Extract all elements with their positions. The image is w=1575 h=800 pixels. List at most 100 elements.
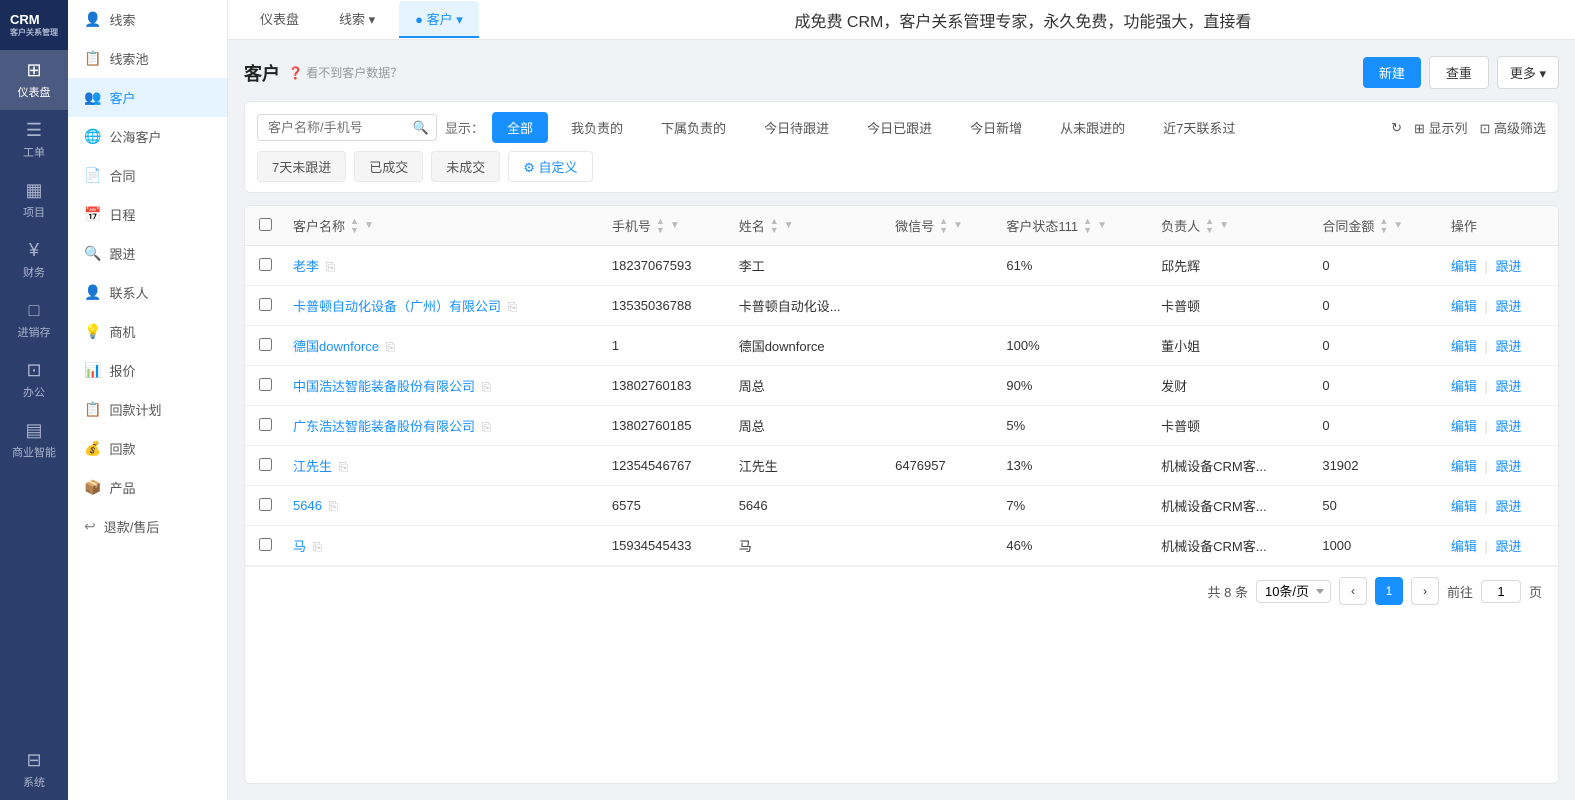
sidebar-item-lead-pool[interactable]: 📋 线索池 — [68, 39, 227, 78]
copy-icon[interactable]: ⎘ — [482, 380, 492, 394]
select-all-checkbox[interactable] — [259, 218, 272, 231]
display-column-button[interactable]: ⊞ 显示列 — [1414, 118, 1468, 137]
nav-item-workorder[interactable]: ☰ 工单 — [0, 110, 68, 170]
filter-week-contact[interactable]: 近7天联系过 — [1148, 112, 1250, 143]
nav-item-system[interactable]: ⊟ 系统 — [0, 740, 68, 800]
follow-action[interactable]: 跟进 — [1496, 459, 1522, 474]
sidebar-item-schedule[interactable]: 📅 日程 — [68, 195, 227, 234]
custom-filter-button[interactable]: ⚙ 自定义 — [508, 151, 592, 182]
row-checkbox[interactable] — [259, 458, 272, 471]
nav-item-inventory[interactable]: □ 进销存 — [0, 290, 68, 350]
amount-filter-icon[interactable]: ▼ — [1393, 220, 1403, 231]
edit-action[interactable]: 编辑 — [1451, 499, 1477, 514]
copy-icon[interactable]: ⎘ — [482, 420, 492, 434]
follow-action[interactable]: 跟进 — [1496, 259, 1522, 274]
name-sort-icon[interactable]: ▲▼ — [350, 217, 359, 235]
customer-name-link[interactable]: 卡普顿自动化设备（广州）有限公司 — [293, 299, 501, 314]
page-size-select[interactable]: 10条/页20条/页50条/页 — [1256, 580, 1331, 603]
copy-icon[interactable]: ⎘ — [339, 460, 349, 474]
follow-action[interactable]: 跟进 — [1496, 339, 1522, 354]
follow-action[interactable]: 跟进 — [1496, 299, 1522, 314]
filter-no-follow-7[interactable]: 7天未跟进 — [257, 151, 346, 182]
nav-item-dashboard[interactable]: ⊞ 仪表盘 — [0, 50, 68, 110]
sidebar-item-customer[interactable]: 👥 客户 — [68, 78, 227, 117]
edit-action[interactable]: 编辑 — [1451, 459, 1477, 474]
copy-icon[interactable]: ⎘ — [508, 300, 518, 314]
filter-today-new[interactable]: 今日新增 — [955, 112, 1037, 143]
copy-icon[interactable]: ⎘ — [386, 340, 396, 354]
sidebar-item-payment[interactable]: 💰 回款 — [68, 429, 227, 468]
phone-filter-icon[interactable]: ▼ — [670, 220, 680, 231]
contact-sort-icon[interactable]: ▲▼ — [770, 217, 779, 235]
new-button[interactable]: 新建 — [1363, 57, 1421, 88]
tab-dashboard[interactable]: 仪表盘 — [244, 1, 315, 38]
phone-sort-icon[interactable]: ▲▼ — [656, 217, 665, 235]
filter-subordinate[interactable]: 下属负责的 — [646, 112, 741, 143]
row-checkbox[interactable] — [259, 378, 272, 391]
copy-icon[interactable]: ⎘ — [326, 260, 336, 274]
nav-item-project[interactable]: ▦ 项目 — [0, 170, 68, 230]
prev-page-button[interactable]: ‹ — [1339, 577, 1367, 605]
sidebar-item-contract[interactable]: 📄 合同 — [68, 156, 227, 195]
filter-no-deal[interactable]: 未成交 — [431, 151, 500, 182]
page-hint[interactable]: ❓ 看不到客户数据？ — [288, 64, 402, 81]
follow-action[interactable]: 跟进 — [1496, 539, 1522, 554]
more-button[interactable]: 更多 ▾ — [1497, 56, 1559, 89]
sidebar-item-sea-customer[interactable]: 🌐 公海客户 — [68, 117, 227, 156]
nav-item-finance[interactable]: ¥ 财务 — [0, 230, 68, 290]
filter-today-follow[interactable]: 今日待跟进 — [749, 112, 844, 143]
row-checkbox[interactable] — [259, 498, 272, 511]
sidebar-item-quote[interactable]: 📊 报价 — [68, 351, 227, 390]
search-input[interactable] — [257, 114, 437, 141]
owner-filter-icon[interactable]: ▼ — [1219, 220, 1229, 231]
refresh-button[interactable]: ↻ — [1391, 120, 1402, 136]
goto-input[interactable] — [1481, 580, 1521, 603]
customer-name-link[interactable]: 江先生 — [293, 459, 332, 474]
filter-no-follow[interactable]: 从未跟进的 — [1045, 112, 1140, 143]
sidebar-item-contact[interactable]: 👤 联系人 — [68, 273, 227, 312]
nav-item-office[interactable]: ⊡ 办公 — [0, 350, 68, 410]
advanced-filter-button[interactable]: ⊡ 高级筛选 — [1479, 118, 1546, 137]
page-1-button[interactable]: 1 — [1375, 577, 1403, 605]
search-icon[interactable]: 🔍 — [413, 120, 429, 136]
sidebar-item-refund[interactable]: ↩ 退款/售后 — [68, 507, 227, 546]
customer-name-link[interactable]: 广东浩达智能装备股份有限公司 — [293, 419, 475, 434]
next-page-button[interactable]: › — [1411, 577, 1439, 605]
copy-icon[interactable]: ⎘ — [329, 499, 339, 513]
customer-name-link[interactable]: 马 — [293, 539, 306, 554]
status-filter-icon[interactable]: ▼ — [1097, 220, 1107, 231]
row-checkbox[interactable] — [259, 258, 272, 271]
amount-sort-icon[interactable]: ▲▼ — [1379, 217, 1388, 235]
follow-action[interactable]: 跟进 — [1496, 419, 1522, 434]
copy-icon[interactable]: ⎘ — [313, 540, 323, 554]
sidebar-item-product[interactable]: 📦 产品 — [68, 468, 227, 507]
filter-today-done[interactable]: 今日已跟进 — [852, 112, 947, 143]
follow-action[interactable]: 跟进 — [1496, 499, 1522, 514]
wechat-filter-icon[interactable]: ▼ — [953, 220, 963, 231]
edit-action[interactable]: 编辑 — [1451, 419, 1477, 434]
sidebar-item-leads[interactable]: 👤 线索 — [68, 0, 227, 39]
row-checkbox[interactable] — [259, 338, 272, 351]
filter-deal[interactable]: 已成交 — [354, 151, 423, 182]
edit-action[interactable]: 编辑 — [1451, 299, 1477, 314]
edit-action[interactable]: 编辑 — [1451, 339, 1477, 354]
edit-action[interactable]: 编辑 — [1451, 379, 1477, 394]
contact-filter-icon[interactable]: ▼ — [784, 220, 794, 231]
edit-action[interactable]: 编辑 — [1451, 259, 1477, 274]
owner-sort-icon[interactable]: ▲▼ — [1205, 217, 1214, 235]
customer-name-link[interactable]: 老李 — [293, 259, 319, 274]
follow-action[interactable]: 跟进 — [1496, 379, 1522, 394]
filter-mine[interactable]: 我负责的 — [556, 112, 638, 143]
row-checkbox[interactable] — [259, 298, 272, 311]
nav-item-bi[interactable]: ▤ 商业智能 — [0, 410, 68, 470]
sidebar-item-opportunity[interactable]: 💡 商机 — [68, 312, 227, 351]
row-checkbox[interactable] — [259, 418, 272, 431]
tab-lead[interactable]: 线索 ▾ — [323, 1, 391, 38]
row-checkbox[interactable] — [259, 538, 272, 551]
tab-customer[interactable]: ● 客户 ▾ — [399, 1, 479, 38]
sidebar-item-payment-plan[interactable]: 📋 回款计划 — [68, 390, 227, 429]
name-filter-icon[interactable]: ▼ — [364, 220, 374, 231]
customer-name-link[interactable]: 中国浩达智能装备股份有限公司 — [293, 379, 475, 394]
reset-button[interactable]: 查重 — [1429, 56, 1489, 89]
edit-action[interactable]: 编辑 — [1451, 539, 1477, 554]
